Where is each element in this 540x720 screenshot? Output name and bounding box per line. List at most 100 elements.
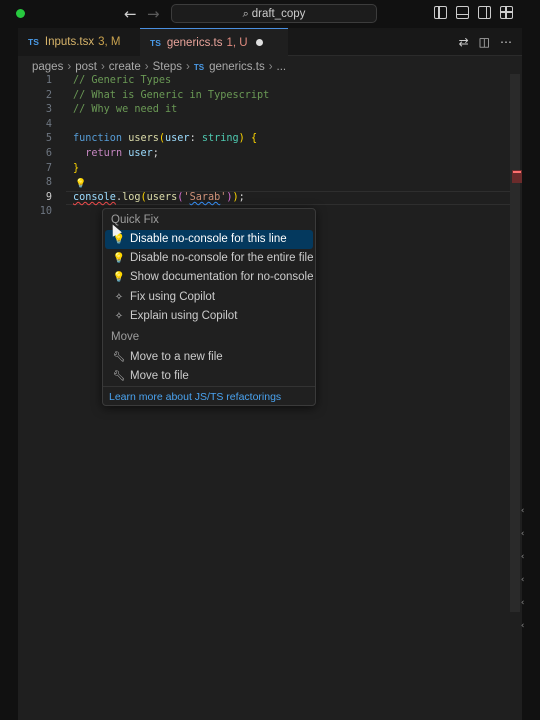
comment: // Why we need it xyxy=(73,104,178,116)
keyword: return xyxy=(85,147,123,159)
code-line-current[interactable]: 9 console.log(users('Sarab')); xyxy=(18,190,522,206)
code-line[interactable]: 4 xyxy=(18,118,522,133)
line-number: 1 xyxy=(45,75,52,86)
window-control-dot[interactable] xyxy=(16,9,25,18)
parameter: user xyxy=(165,133,190,145)
typescript-file-icon: TS xyxy=(193,63,205,72)
code-line[interactable]: 2 // What is Generic in Typescript xyxy=(18,89,522,104)
vscode-window: ← → ⌕ draft_copy TS Inputs.tsx 3, M TS gener… xyxy=(0,0,540,720)
identifier: user xyxy=(128,147,153,159)
arrow-right-icon[interactable]: → xyxy=(147,5,160,23)
breadcrumb-item[interactable]: pages xyxy=(32,61,63,73)
wrench-icon: 🔧︎ xyxy=(112,352,126,363)
comment: // Generic Types xyxy=(73,75,172,86)
comment: // What is Generic in Typescript xyxy=(73,89,270,101)
code-line[interactable]: 7} xyxy=(18,162,522,177)
toggle-primary-sidebar-icon[interactable] xyxy=(434,6,447,19)
chevron-right-icon: › xyxy=(268,61,273,73)
learn-more-link[interactable]: Learn more about JS/TS refactorings xyxy=(109,389,281,405)
typescript-file-icon: TS xyxy=(28,37,39,47)
divider xyxy=(103,386,315,387)
quick-fix-item-show-docs[interactable]: 💡 Show documentation for no-console xyxy=(105,268,314,287)
line-number: 7 xyxy=(45,162,52,174)
move-header: Move xyxy=(111,331,140,343)
code-text: console.log(users('Sarab')); xyxy=(73,191,245,206)
line-number: 9 xyxy=(45,191,52,203)
search-text: draft_copy xyxy=(251,8,306,20)
typescript-file-icon: TS xyxy=(150,38,161,48)
function-name: users xyxy=(128,133,159,145)
line-number: 6 xyxy=(45,147,52,159)
customize-layout-icon[interactable] xyxy=(500,6,513,19)
wrench-icon: 🔧︎ xyxy=(112,371,126,382)
line-number: 2 xyxy=(45,89,52,101)
quick-fix-item-fix-copilot[interactable]: ✧ Fix using Copilot xyxy=(105,288,313,307)
breadcrumb-item[interactable]: create xyxy=(109,61,141,73)
quick-fix-label: Move to a new file xyxy=(130,351,223,363)
quick-fix-menu: Quick Fix 💡 Disable no-console for this l… xyxy=(102,208,316,406)
line-number: 10 xyxy=(39,206,52,218)
code-text: return user; xyxy=(73,147,159,162)
tab-status: 3, M xyxy=(98,36,121,48)
code-line[interactable]: 5 function users(user: string) { xyxy=(18,132,522,147)
keyword: function xyxy=(73,133,123,145)
editor-tab-bar: TS Inputs.tsx 3, M TS generics.ts 1, U ⇄ ◫ ⋯ xyxy=(18,28,522,56)
chevron-right-icon: › xyxy=(186,61,190,73)
quick-fix-label: Fix using Copilot xyxy=(130,291,216,303)
sparkle-icon: ✧ xyxy=(114,292,124,303)
lightbulb-icon[interactable]: 💡 xyxy=(75,177,86,192)
quick-fix-item-disable-line[interactable]: 💡 Disable no-console for this line xyxy=(105,230,313,249)
quick-fix-item-disable-file[interactable]: 💡 Disable no-console for the entire file xyxy=(105,249,314,268)
overview-ruler-marks: ‹ ‹ ‹ ‹ ‹ ‹ xyxy=(520,506,526,631)
arrow-left-icon[interactable]: ← xyxy=(124,5,137,23)
punctuation: ; xyxy=(152,147,159,159)
quick-fix-item-explain-copilot[interactable]: ✧ Explain using Copilot xyxy=(105,307,313,326)
chevron-right-icon: › xyxy=(100,61,105,73)
quick-fix-item-move-new-file[interactable]: 🔧︎ Move to a new file xyxy=(105,348,313,367)
quick-fix-item-move-to-file[interactable]: 🔧︎ Move to file xyxy=(105,367,313,386)
breadcrumb-file[interactable]: generics.ts xyxy=(209,61,265,73)
identifier-error: console xyxy=(73,191,116,203)
command-center-search[interactable]: ⌕ draft_copy xyxy=(171,4,377,23)
code-line[interactable]: 8 💡 xyxy=(18,176,522,191)
punctuation: ) xyxy=(238,133,251,145)
code-lines[interactable]: 1 // Generic Types 2 // What is Generic in… xyxy=(18,74,522,220)
more-actions-icon[interactable]: ⋯ xyxy=(500,35,512,49)
punctuation: : xyxy=(189,133,202,145)
code-line[interactable]: 3 // Why we need it xyxy=(18,103,522,118)
punctuation: { xyxy=(250,133,258,145)
toggle-panel-icon[interactable] xyxy=(456,6,469,19)
punctuation: ; xyxy=(238,191,245,203)
breadcrumb-more[interactable]: ... xyxy=(277,61,287,73)
line-number: 5 xyxy=(45,133,52,145)
breadcrumb-item[interactable]: post xyxy=(75,61,97,73)
line-number: 8 xyxy=(45,177,52,189)
quick-fix-label: Disable no-console for the entire file xyxy=(130,252,314,264)
title-bar: ← → ⌕ draft_copy xyxy=(0,0,540,28)
unsaved-dot-icon[interactable] xyxy=(255,39,263,46)
chevron-right-icon: › xyxy=(67,61,72,73)
tab-generics-ts[interactable]: TS generics.ts 1, U xyxy=(140,28,288,56)
quick-fix-label: Show documentation for no-console xyxy=(130,271,314,283)
line-number: 3 xyxy=(45,104,52,116)
toggle-secondary-sidebar-icon[interactable] xyxy=(478,6,491,19)
tab-label: Inputs.tsx xyxy=(44,36,95,48)
quick-fix-label: Explain using Copilot xyxy=(130,310,238,322)
method-name: log xyxy=(122,191,141,203)
breadcrumb-item[interactable]: Steps xyxy=(153,61,182,73)
code-text: function users(user: string) { xyxy=(73,132,257,147)
function-call: users xyxy=(146,191,178,203)
quick-fix-label: Disable no-console for this line xyxy=(130,233,287,245)
editor-actions: ⇄ ◫ ⋯ xyxy=(449,35,512,49)
vertical-scrollbar[interactable] xyxy=(510,74,520,612)
tab-status: 1, U xyxy=(226,37,248,49)
tab-label: generics.ts xyxy=(166,37,223,49)
compare-changes-icon[interactable]: ⇄ xyxy=(459,35,469,49)
line-number: 4 xyxy=(45,118,52,130)
quick-fix-label: Move to file xyxy=(130,370,189,382)
code-line[interactable]: 1 // Generic Types xyxy=(18,74,522,89)
split-editor-icon[interactable]: ◫ xyxy=(479,35,490,49)
code-line[interactable]: 6 return user; xyxy=(18,147,522,162)
punctuation: } xyxy=(73,162,80,174)
tab-inputs-tsx[interactable]: TS Inputs.tsx 3, M xyxy=(18,28,140,56)
